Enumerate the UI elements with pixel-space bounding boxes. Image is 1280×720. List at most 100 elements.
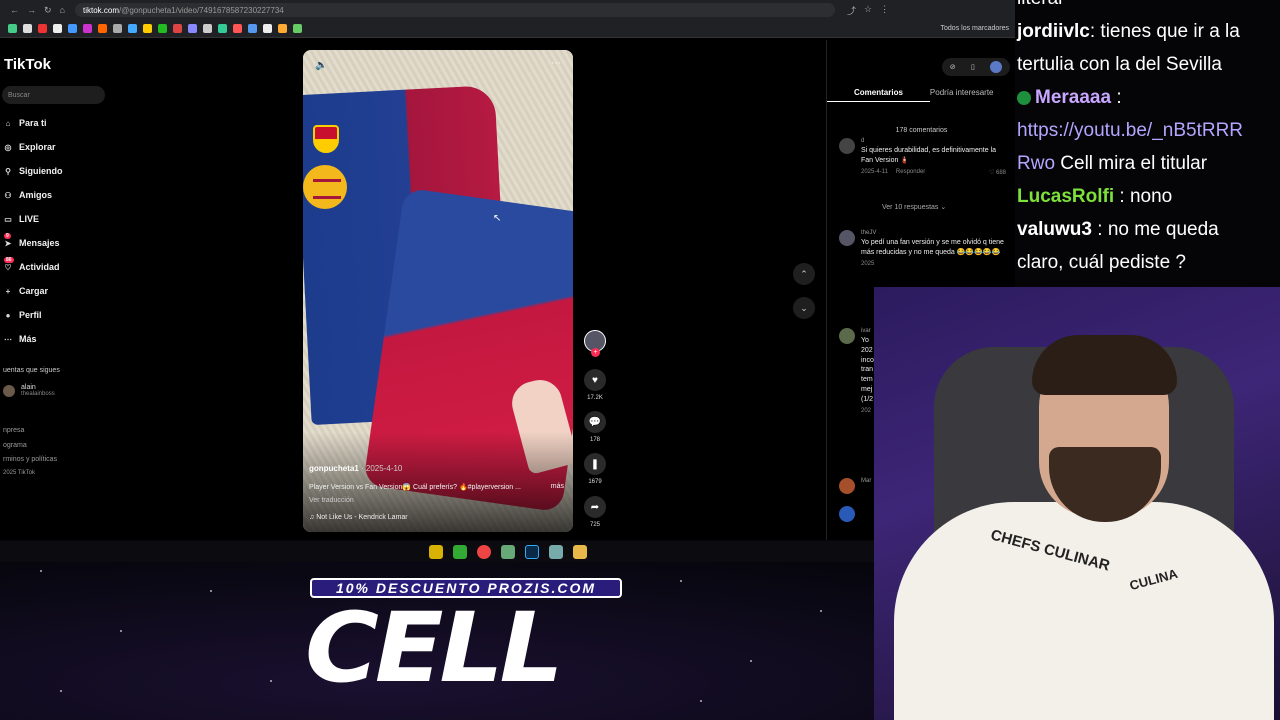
bookmark-icon: ❚ [584, 453, 606, 475]
avatar[interactable] [839, 230, 855, 246]
music-icon: ♫ [309, 514, 315, 521]
mobile-icon[interactable]: ▯ [971, 63, 975, 71]
nav-item-mas[interactable]: ⋯ Más [4, 334, 37, 344]
footer-link-empresa[interactable]: npresa [3, 427, 24, 434]
taskbar-app-icon[interactable] [500, 544, 515, 559]
comment-likes[interactable]: ♡ 688 [989, 169, 1006, 176]
webcam-feed: CHEFS CULINAR CULINA [874, 287, 1280, 720]
photoshop-icon[interactable] [524, 544, 539, 559]
back-icon[interactable]: ← [10, 5, 19, 16]
forward-icon[interactable]: → [27, 5, 36, 16]
bookmarks-folder[interactable]: Todos los marcadores [941, 25, 1009, 32]
share-count: 725 [589, 522, 600, 528]
footer-link-terminos[interactable]: rminos y políticas [3, 456, 57, 463]
settings-icon[interactable]: ⊘ [950, 63, 956, 71]
avatar[interactable] [839, 328, 855, 344]
nav-item-perfil[interactable]: ● Perfil [4, 310, 42, 320]
chrome-icon[interactable] [476, 544, 491, 559]
tiktok-logo[interactable]: TikTok [4, 56, 51, 73]
cursor-icon: ↖ [493, 213, 502, 224]
video-date: · 2025-4-10 [361, 464, 403, 473]
stream-chat: literal jordiivlc: tienes que ir a la te… [1015, 0, 1280, 290]
activity-icon: ♡ [4, 262, 12, 272]
browser-window: ← → ↻ ⌂ tiktok.com/@gonpucheta1/video/74… [0, 0, 1016, 562]
activity-badge: 86 [4, 257, 14, 263]
taskbar-app-icon[interactable] [548, 544, 563, 559]
like-count: 17.2K [587, 395, 603, 401]
share-button[interactable]: ➦ 725 [583, 496, 607, 528]
chat-line: claro, cuál pediste ? [1017, 252, 1186, 273]
comment-text: Yo pedí una fan versión y se me olvidó q… [861, 239, 1004, 256]
chevron-up-icon: ⌃ [800, 268, 808, 279]
stream-layout: ← → ↻ ⌂ tiktok.com/@gonpucheta1/video/74… [0, 0, 1280, 720]
nav-item-actividad[interactable]: ♡ 86 Actividad [4, 257, 60, 272]
comment-tabs: Comentarios Podría interesarte [827, 88, 1016, 102]
comment-date: 2025-4-11 [861, 168, 888, 175]
messages-icon: ➤ [4, 238, 12, 248]
reply-button[interactable]: Responder [896, 169, 925, 176]
follow-plus-icon[interactable]: + [591, 348, 600, 357]
more-link[interactable]: más [551, 483, 564, 490]
club-crest [313, 125, 339, 153]
upload-icon: + [5, 286, 11, 296]
comment-icon: 💬 [584, 411, 606, 433]
folder-icon[interactable] [572, 544, 587, 559]
home-browser-icon[interactable]: ⌂ [60, 5, 65, 16]
avatar[interactable] [839, 138, 855, 154]
heart-icon: ♥ [584, 369, 606, 391]
music-info[interactable]: ♫ Not Like Us - Kendrick Lamar [309, 514, 408, 521]
chat-line: valuwu3 : no me queda [1017, 219, 1219, 240]
tab-podria-interesarte[interactable]: Podría interesarte [930, 88, 994, 102]
star-icon[interactable]: ☆ [864, 4, 872, 17]
view-replies-button[interactable]: Ver 10 respuestas ⌄ [882, 203, 946, 211]
chat-line: Meraaaa : [1017, 81, 1280, 114]
streamer-name: CELL [305, 592, 564, 704]
nav-item-live[interactable]: ▭ LIVE [4, 214, 39, 224]
like-button[interactable]: ♥ 17.2K [583, 369, 607, 401]
comment-count: 178 [589, 437, 600, 443]
url-field[interactable]: tiktok.com/@gonpucheta1/video/7491678587… [74, 3, 835, 17]
comment-text: Si quieres durabilidad, es definitivamen… [861, 147, 997, 164]
following-account-item[interactable]: alain thealainboss [3, 384, 55, 397]
account-name: alain [21, 384, 36, 391]
nav-item-amigos[interactable]: ⚇ Amigos [4, 190, 52, 200]
live-icon: ▭ [4, 214, 12, 224]
compass-icon: ◎ [4, 142, 12, 152]
nav-item-explorar[interactable]: ◎ Explorar [4, 142, 56, 152]
more-options-icon[interactable]: ⋯ [551, 58, 561, 69]
share-icon[interactable]: ⤴ [847, 4, 856, 17]
save-count: 1679 [588, 479, 602, 485]
comment-user[interactable]: theJV [861, 230, 1006, 236]
volume-icon[interactable]: 🔈 [315, 60, 327, 71]
taskbar-app-icon[interactable] [428, 544, 443, 559]
footer-link-programa[interactable]: ograma [3, 442, 27, 449]
avatar[interactable] [839, 478, 855, 494]
next-video-button[interactable]: ⌄ [793, 297, 815, 319]
address-bar: ← → ↻ ⌂ tiktok.com/@gonpucheta1/video/74… [0, 0, 1015, 20]
translate-link[interactable]: Ver traducción [309, 497, 354, 504]
extensions-icon[interactable]: ⋮ [880, 4, 889, 17]
comment-count-label: 178 comentarios [895, 127, 948, 134]
search-input[interactable]: Buscar [2, 86, 105, 104]
chat-user: valuwu3 [1017, 219, 1092, 240]
video-author[interactable]: gonpucheta1 · 2025-4-10 [309, 464, 402, 473]
nav-item-siguiendo[interactable]: ⚲ Siguiendo [4, 166, 62, 176]
nav-item-mensajes[interactable]: ➤ 9 Mensajes [4, 233, 60, 248]
video-player[interactable]: 🔈 ⋯ ↖ gonpucheta1 · 2025-4-10 Player Ver… [303, 50, 573, 532]
reload-icon[interactable]: ↻ [44, 5, 52, 16]
nav-item-para-ti[interactable]: ⌂ Para ti [4, 118, 47, 128]
comment-user[interactable]: d [861, 138, 1006, 144]
taskbar-app-icon[interactable] [452, 544, 467, 559]
comment-button[interactable]: 💬 178 [583, 411, 607, 443]
tab-comentarios[interactable]: Comentarios [827, 88, 930, 102]
chat-link: https://youtu.be/_nB5tRRR [1017, 120, 1244, 141]
chat-user: Meraaaa [1035, 87, 1112, 108]
nav-item-cargar[interactable]: + Cargar [4, 286, 48, 296]
share-arrow-icon: ➦ [584, 496, 606, 518]
user-avatar-icon[interactable] [990, 61, 1003, 73]
comment-input-row [839, 506, 855, 522]
previous-video-button[interactable]: ⌃ [793, 263, 815, 285]
author-avatar[interactable]: + [584, 330, 606, 357]
save-button[interactable]: ❚ 1679 [583, 453, 607, 485]
top-right-controls: ⊘ ▯ [942, 58, 1010, 76]
